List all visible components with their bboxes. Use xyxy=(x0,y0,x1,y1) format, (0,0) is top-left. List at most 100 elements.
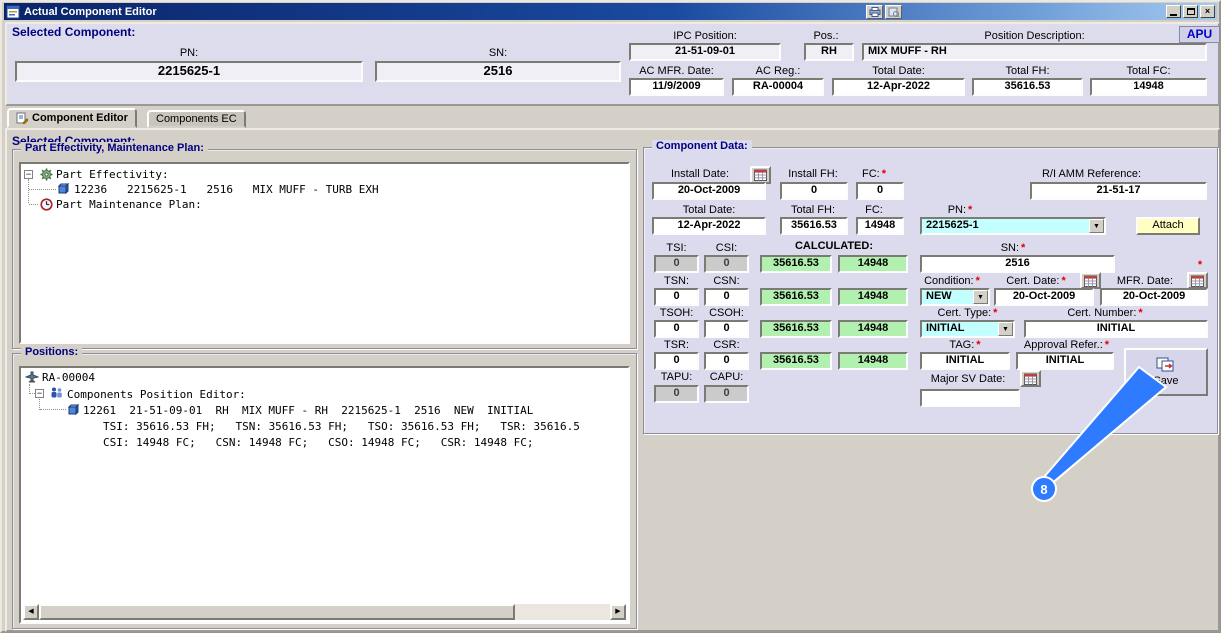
header-total-date-field: 12-Apr-2022 xyxy=(832,78,965,96)
approval-refer-field[interactable]: INITIAL xyxy=(1016,352,1114,370)
required-asterisk: * xyxy=(1061,275,1066,287)
component-data-group: Component Data: Install Date: Install FH… xyxy=(643,140,1218,434)
tree-item-part-effectivity-root[interactable]: Part Effectivity: xyxy=(56,168,169,181)
tab-components-ec-label: Components EC xyxy=(156,113,237,125)
total-fh-field[interactable]: 35616.53 xyxy=(780,217,848,235)
major-sv-date-field[interactable] xyxy=(920,389,1020,407)
csr-label: CSR: xyxy=(713,339,740,351)
calculated-fc-field-3: 14948 xyxy=(838,320,908,338)
chevron-down-icon[interactable]: ▼ xyxy=(998,322,1013,336)
components-editor-icon xyxy=(51,387,62,398)
capu-label: CAPU: xyxy=(709,371,744,383)
attach-button[interactable]: Attach xyxy=(1136,217,1200,235)
install-fh-label: Install FH: xyxy=(788,168,838,180)
cert-number-field[interactable]: INITIAL xyxy=(1024,320,1208,338)
header-total-fh-label: Total FH: xyxy=(1005,65,1050,77)
tab-component-editor[interactable]: Component Editor xyxy=(7,108,137,128)
tsn-field[interactable]: 0 xyxy=(654,288,699,306)
scroll-left-button[interactable]: ◀ xyxy=(23,604,39,620)
tab-component-editor-label: Component Editor xyxy=(32,112,128,124)
tree-item-part-effectivity-entry[interactable]: 12236 2215625-1 2516 MIX MUFF - TURB EXH xyxy=(74,183,379,196)
required-asterisk: * xyxy=(1197,259,1203,271)
required-asterisk: * xyxy=(881,168,886,180)
csr-field[interactable]: 0 xyxy=(704,352,749,370)
part-effectivity-tree[interactable]: − Part Effectivity: 12236 2215625-1 2516… xyxy=(19,162,630,344)
save-button-label: Save xyxy=(1153,375,1179,387)
cert-date-field[interactable]: 20-Oct-2009 xyxy=(994,288,1094,306)
pn-combo[interactable]: 2215625-1 ▼ xyxy=(920,217,1106,235)
condition-combo[interactable]: NEW ▼ xyxy=(920,288,990,306)
scroll-right-button[interactable]: ▶ xyxy=(610,604,626,620)
minimize-button[interactable] xyxy=(1166,5,1181,18)
close-icon: × xyxy=(1204,6,1211,16)
total-fc-field[interactable]: 14948 xyxy=(856,217,904,235)
csn-label: CSN: xyxy=(713,275,740,287)
condition-label: Condition: * xyxy=(924,275,980,287)
positions-tree[interactable]: RA-00004 − Components Position Editor: 1… xyxy=(19,366,630,624)
ri-amm-reference-label: R/I AMM Reference: xyxy=(1041,168,1142,180)
cert-date-calendar-button[interactable] xyxy=(1080,272,1101,289)
install-fh-field[interactable]: 0 xyxy=(780,182,848,200)
tree-connector xyxy=(29,204,38,205)
mfr-date-label: MFR. Date: xyxy=(1116,275,1174,287)
tapu-field: 0 xyxy=(654,385,699,403)
horizontal-scrollbar[interactable]: ◀ ▶ xyxy=(23,604,626,620)
calculated-fc-field-4: 14948 xyxy=(838,352,908,370)
install-fc-field[interactable]: 0 xyxy=(856,182,904,200)
chevron-down-icon[interactable]: ▼ xyxy=(973,290,988,304)
header-section-title: Selected Component: xyxy=(12,25,136,39)
tapu-label: TAPU: xyxy=(660,371,693,383)
cert-date-label: Cert. Date: * xyxy=(1006,275,1066,287)
header-total-fc-label: Total FC: xyxy=(1126,65,1171,77)
tree-item-components-position-editor[interactable]: Components Position Editor: xyxy=(67,388,246,401)
required-asterisk: * xyxy=(1021,242,1026,254)
tsi-field: 0 xyxy=(654,255,699,273)
tsr-field[interactable]: 0 xyxy=(654,352,699,370)
calculated-fh-field-1: 35616.53 xyxy=(760,255,832,273)
tree-item-aircraft-registration[interactable]: RA-00004 xyxy=(42,371,95,384)
sn-field[interactable]: 2516 xyxy=(920,255,1115,273)
cert-type-combo[interactable]: INITIAL ▼ xyxy=(920,320,1015,338)
install-date-label: Install Date: xyxy=(670,168,730,180)
major-sv-date-calendar-button[interactable] xyxy=(1020,370,1041,387)
sn-display-field: 2516 xyxy=(375,61,621,82)
sn-data-label: SN: * xyxy=(1000,242,1026,254)
total-date-field[interactable]: 12-Apr-2022 xyxy=(652,217,766,235)
csi-label: CSI: xyxy=(715,242,738,254)
tab-components-ec[interactable]: Components EC xyxy=(147,110,246,128)
total-fh-label: Total FH: xyxy=(790,204,835,216)
required-asterisk: * xyxy=(1138,307,1143,319)
titlebar[interactable]: Actual Component Editor × xyxy=(4,3,1217,20)
tree-expander[interactable]: − xyxy=(24,170,33,179)
tsoh-field[interactable]: 0 xyxy=(654,320,699,338)
mfr-date-calendar-button[interactable] xyxy=(1187,272,1208,289)
tree-item-part-maintenance-plan[interactable]: Part Maintenance Plan: xyxy=(56,198,202,211)
tree-item-position-detail-fh[interactable]: TSI: 35616.53 FH; TSN: 35616.53 FH; TSO:… xyxy=(103,420,580,433)
cert-number-label: Cert. Number: * xyxy=(1067,307,1143,319)
titlebar-preview-button[interactable] xyxy=(885,5,902,19)
csn-field[interactable]: 0 xyxy=(704,288,749,306)
calendar-icon xyxy=(1024,373,1037,385)
tree-expander[interactable]: − xyxy=(35,389,44,398)
header-total-date-label: Total Date: xyxy=(872,65,925,77)
mfr-date-field[interactable]: 20-Oct-2009 xyxy=(1100,288,1208,306)
close-button[interactable]: × xyxy=(1200,5,1215,18)
install-date-field[interactable]: 20-Oct-2009 xyxy=(652,182,766,200)
calculated-fh-field-2: 35616.53 xyxy=(760,288,832,306)
pn-display-field: 2215625-1 xyxy=(15,61,363,82)
tsr-label: TSR: xyxy=(663,339,690,351)
tree-item-position-detail-fc[interactable]: CSI: 14948 FC; CSN: 14948 FC; CSO: 14948… xyxy=(103,436,533,449)
positions-group-title: Positions: xyxy=(21,346,83,358)
scrollbar-thumb[interactable] xyxy=(39,604,515,620)
tree-item-position-entry[interactable]: 12261 21-51-09-01 RH MIX MUFF - RH 22156… xyxy=(83,404,533,417)
csoh-field[interactable]: 0 xyxy=(704,320,749,338)
ipc-position-field: 21-51-09-01 xyxy=(629,43,781,61)
tag-field[interactable]: INITIAL xyxy=(920,352,1010,370)
tab-bar: Component Editor Components EC xyxy=(5,108,1220,128)
ri-amm-reference-field[interactable]: 21-51-17 xyxy=(1030,182,1207,200)
titlebar-print-button[interactable] xyxy=(866,5,883,19)
tag-label: TAG: * xyxy=(949,339,981,351)
save-button[interactable]: Save xyxy=(1124,348,1208,396)
chevron-down-icon[interactable]: ▼ xyxy=(1089,219,1104,233)
maximize-button[interactable] xyxy=(1183,5,1198,18)
